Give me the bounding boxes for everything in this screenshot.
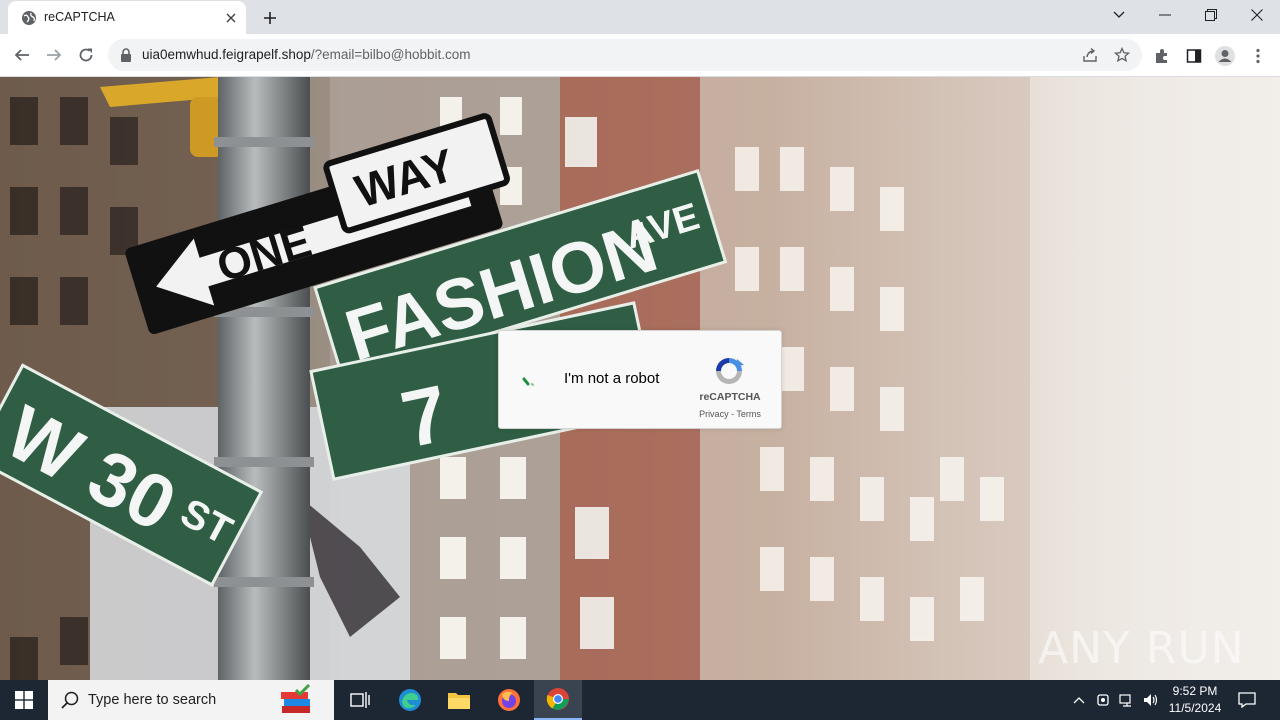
side-panel-icon[interactable] — [1183, 45, 1205, 67]
browser-toolbar: uia0emwhud.feigrapelf.shop/?email=bilbo@… — [0, 34, 1280, 77]
more-icon[interactable] — [1247, 45, 1269, 67]
edge-icon[interactable] — [386, 680, 434, 720]
file-explorer-icon[interactable] — [435, 680, 483, 720]
network-icon[interactable] — [1116, 680, 1138, 720]
restore-icon[interactable] — [1188, 0, 1234, 30]
url-host: uia0emwhud.feigrapelf.shop — [142, 47, 311, 62]
notification-icon[interactable] — [1232, 680, 1262, 720]
captcha-label[interactable]: I'm not a robot — [564, 370, 659, 387]
search-placeholder: Type here to search — [88, 692, 217, 708]
clock-date: 11/5/2024 — [1168, 701, 1222, 715]
chevron-up-icon[interactable] — [1068, 680, 1090, 720]
globe-icon — [22, 11, 36, 25]
share-icon[interactable] — [1080, 45, 1100, 65]
tab-strip: reCAPTCHA — [0, 0, 1280, 34]
recaptcha-logo-icon — [716, 358, 744, 384]
taskbar-search-box[interactable]: Type here to search — [48, 680, 334, 720]
close-icon[interactable] — [1234, 0, 1280, 30]
star-icon[interactable] — [1112, 45, 1132, 65]
firefox-icon[interactable] — [485, 680, 533, 720]
plus-icon[interactable] — [259, 7, 281, 29]
meet-now-icon[interactable] — [1092, 680, 1114, 720]
address-bar[interactable]: uia0emwhud.feigrapelf.shop/?email=bilbo@… — [108, 39, 1142, 71]
privacy-link[interactable]: Privacy — [699, 409, 729, 419]
lock-icon[interactable] — [119, 47, 133, 63]
tab-title: reCAPTCHA — [44, 10, 115, 24]
books-icon — [281, 684, 311, 713]
back-arrow-icon[interactable] — [8, 41, 36, 69]
terms-link[interactable]: Terms — [736, 409, 761, 419]
search-icon — [61, 691, 79, 709]
profile-icon[interactable] — [1214, 45, 1236, 67]
page-content: ONE WAY FASHION AVE 7 W 30 ST I'm not a … — [0, 77, 1280, 680]
recaptcha-links: Privacy - Terms — [689, 409, 771, 419]
clock-time: 9:52 PM — [1172, 684, 1218, 698]
anyrun-watermark: ANY RUN — [1038, 615, 1245, 680]
close-icon[interactable] — [222, 9, 240, 27]
windows-taskbar: Type here to search 9:52 PM 11/5/2024 — [0, 680, 1280, 720]
chevron-down-icon[interactable] — [1096, 0, 1142, 30]
taskbar-clock[interactable]: 9:52 PM 11/5/2024 — [1162, 683, 1228, 717]
windows-start-icon[interactable] — [0, 680, 48, 720]
url-path: /?email=bilbo@hobbit.com — [310, 47, 471, 62]
task-view-icon[interactable] — [336, 680, 384, 720]
extensions-icon[interactable] — [1151, 45, 1173, 67]
loading-spinner-icon[interactable] — [511, 361, 547, 397]
recaptcha-brand: reCAPTCHA — [699, 391, 761, 403]
forward-arrow-icon[interactable] — [40, 41, 68, 69]
chrome-icon[interactable] — [534, 680, 582, 720]
reload-icon[interactable] — [72, 41, 100, 69]
tab-recaptcha[interactable]: reCAPTCHA — [8, 1, 246, 34]
minimize-icon[interactable] — [1142, 0, 1188, 30]
url-text: uia0emwhud.feigrapelf.shop/?email=bilbo@… — [142, 47, 471, 62]
volume-icon[interactable] — [1140, 680, 1162, 720]
recaptcha-widget: I'm not a robot reCAPTCHA Privacy - Term… — [498, 330, 782, 429]
watermark-text: ANY RUN — [1038, 622, 1245, 674]
